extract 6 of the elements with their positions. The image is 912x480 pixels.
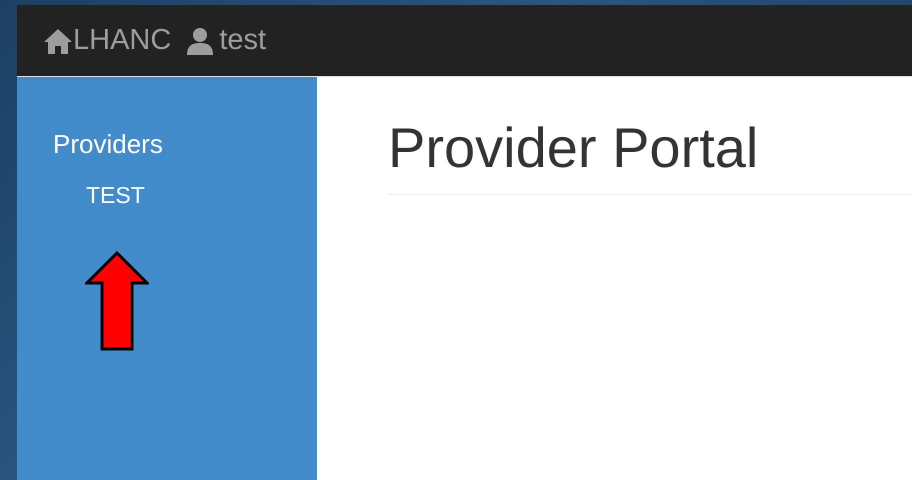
user-link[interactable]: test [185, 24, 266, 57]
sidebar-link[interactable]: TEST [86, 182, 145, 209]
brand-link[interactable]: LHANC [43, 24, 172, 57]
page-title: Provider Portal [388, 115, 758, 180]
user-icon [185, 26, 216, 56]
sidebar-heading: Providers [53, 129, 163, 160]
